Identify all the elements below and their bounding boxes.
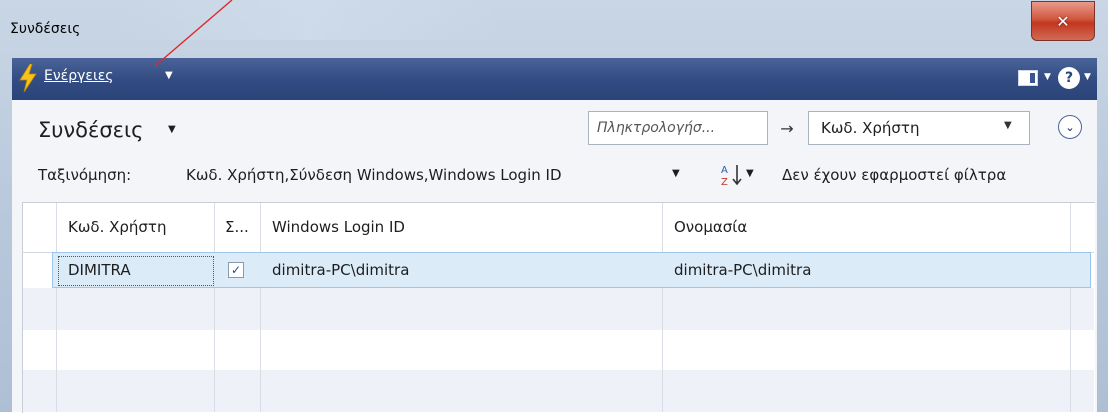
search-field-select[interactable]: Κωδ. Χρήστη [808,111,1030,145]
windows-login-checkbox[interactable]: ✓ [228,262,244,278]
svg-text:Z: Z [721,177,728,188]
layout-icon[interactable] [1018,70,1038,86]
cell-name[interactable]: dimitra-PC\dimitra [674,252,811,288]
grid-divider [260,203,261,412]
chevron-down-icon[interactable]: ▼ [1004,120,1012,131]
expand-filter-button[interactable]: ⌄ [1058,115,1082,139]
action-bar [12,58,1097,101]
search-input[interactable]: Πληκτρολογήσ... [588,111,768,145]
sort-direction-caret-icon[interactable]: ▼ [746,168,754,179]
grid-divider [1070,203,1071,412]
filter-status: Δεν έχουν εφαρμοστεί φίλτρα [782,166,1007,184]
grid-divider [662,203,663,412]
grid-divider [56,203,57,412]
grid-empty-row [23,288,1094,330]
sort-az-icon[interactable]: A Z [720,162,744,188]
search-arrow-icon[interactable]: → [772,114,802,142]
column-header-windows-login[interactable]: Σ... [225,203,249,252]
column-header-name[interactable]: Ονομασία [674,203,747,252]
actions-menu[interactable]: Ενέργειες [44,68,114,84]
page-title[interactable]: Συνδέσεις [38,118,143,142]
sort-order-select[interactable]: Κωδ. Χρήστη,Σύνδεση Windows,Windows Logi… [186,166,562,184]
column-header-user-code[interactable]: Κωδ. Χρήστη [68,203,166,252]
window-title: Συνδέσεις [10,21,81,37]
lightning-icon [19,64,37,92]
grid-empty-row [23,370,1094,412]
close-icon: ✕ [1056,11,1070,31]
close-button[interactable]: ✕ [1031,1,1095,41]
cell-login-id[interactable]: dimitra-PC\dimitra [272,252,409,288]
sort-caret-icon[interactable]: ▼ [672,168,680,179]
help-icon[interactable]: ? [1058,67,1080,89]
layout-caret-icon[interactable]: ▼ [1044,72,1051,82]
cell-user-code[interactable]: DIMITRA [68,252,131,288]
grid-divider [214,203,215,412]
svg-text:A: A [721,165,728,176]
page-title-caret-icon[interactable]: ▼ [168,124,176,135]
titlebar-glass [120,0,500,40]
help-caret-icon[interactable]: ▼ [1084,72,1091,82]
actions-caret-icon[interactable]: ▼ [165,70,173,81]
sort-label: Ταξινόμηση: [38,166,132,184]
column-header-login-id[interactable]: Windows Login ID [272,203,405,252]
